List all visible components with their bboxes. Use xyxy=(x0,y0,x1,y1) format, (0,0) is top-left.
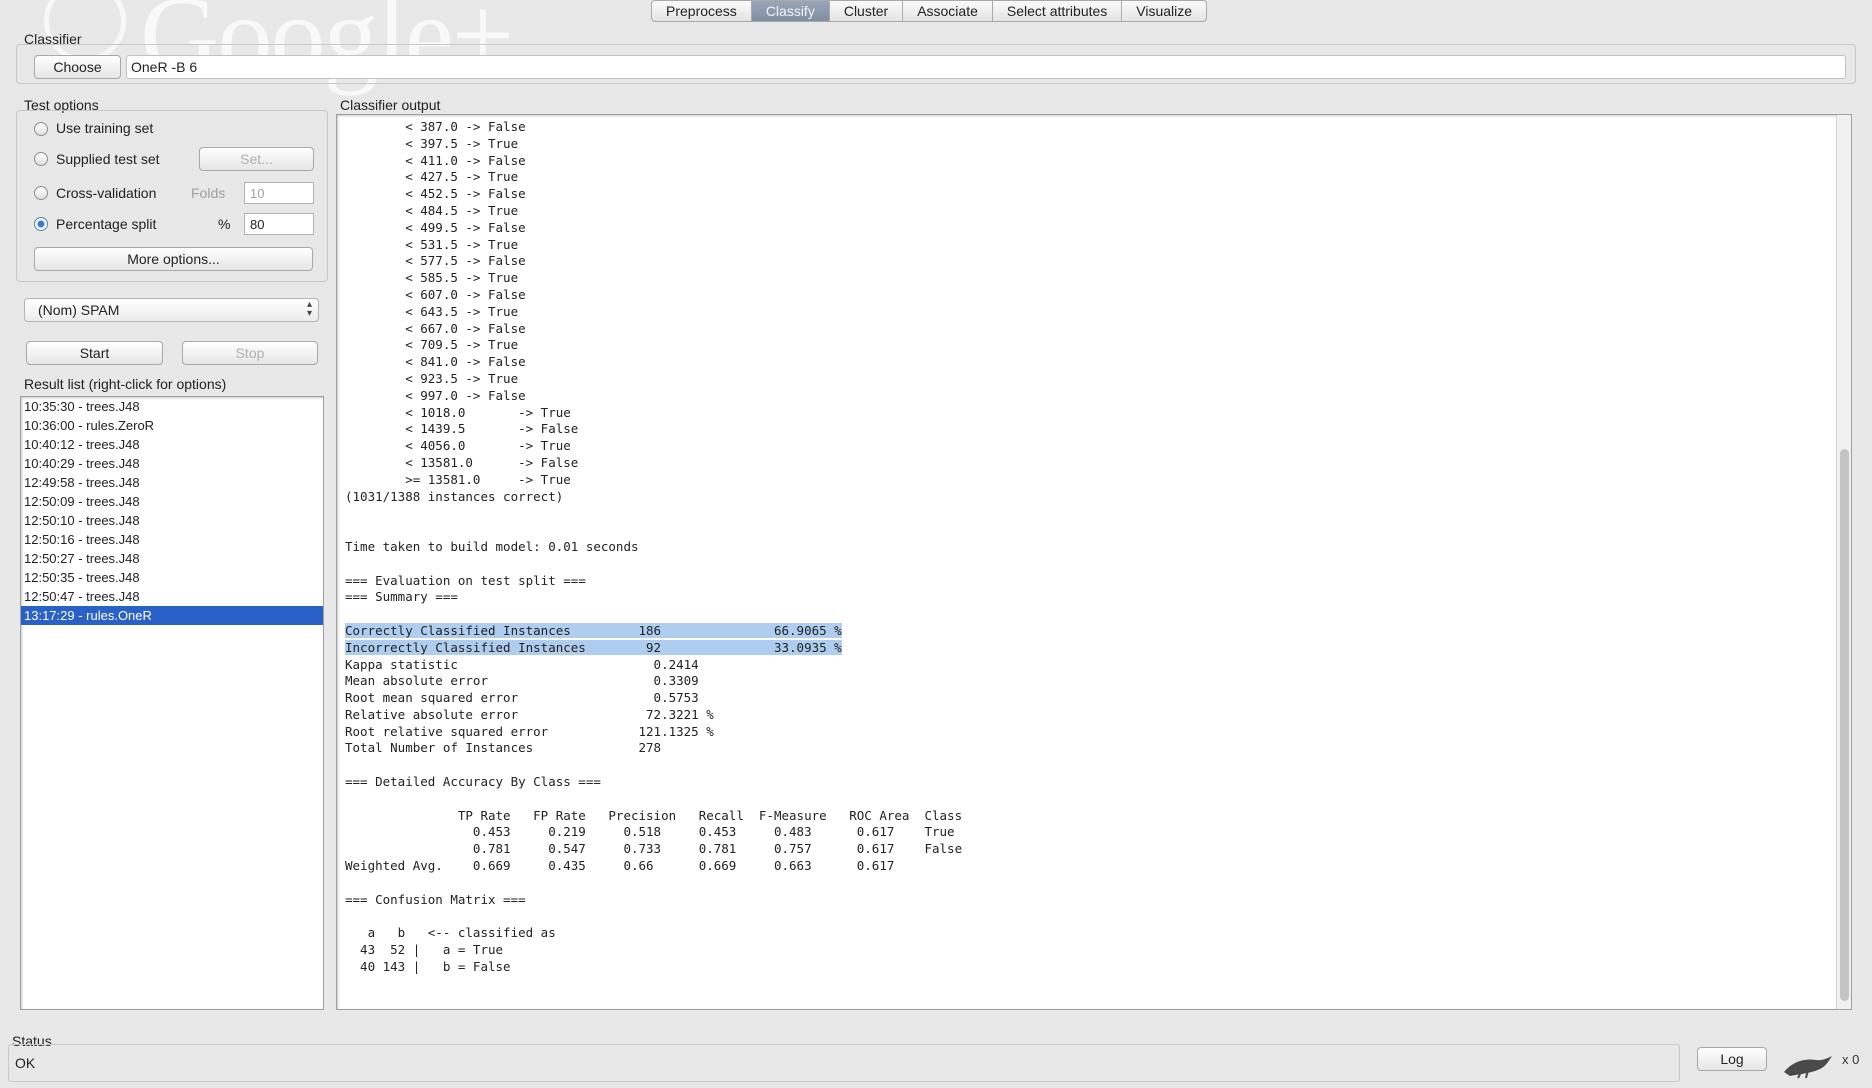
log-button[interactable]: Log xyxy=(1697,1047,1767,1071)
tab-cluster[interactable]: Cluster xyxy=(829,0,904,22)
result-list-label: Result list (right-click for options) xyxy=(24,376,227,392)
result-list-item[interactable]: 12:50:10 - trees.J48 xyxy=(21,511,323,530)
output-line: Weighted Avg. 0.669 0.435 0.66 0.669 0.6… xyxy=(345,858,895,874)
result-list-item[interactable]: 10:36:00 - rules.ZeroR xyxy=(21,416,323,435)
use-training-set-label: Use training set xyxy=(56,120,154,136)
output-line: === Evaluation on test split === xyxy=(345,572,586,588)
status-field xyxy=(8,1044,1680,1082)
output-line: === Summary === xyxy=(345,589,458,605)
task-count: x 0 xyxy=(1842,1052,1860,1067)
output-line: < 499.5 -> False xyxy=(345,219,526,235)
result-list[interactable]: 10:35:30 - trees.J48 10:36:00 - rules.Zer… xyxy=(20,396,324,1010)
tab-bar: Preprocess Classify Cluster Associate Select… xyxy=(651,0,1208,22)
result-list-item[interactable]: 12:50:09 - trees.J48 xyxy=(21,492,323,511)
classifier-config-field[interactable]: OneR -B 6 xyxy=(126,55,1846,79)
output-line: < 397.5 -> True xyxy=(345,135,519,151)
classifier-config-text: OneR -B 6 xyxy=(131,59,198,75)
result-list-item[interactable]: 10:40:29 - trees.J48 xyxy=(21,454,323,473)
tab-associate[interactable]: Associate xyxy=(903,0,993,22)
output-line: === Detailed Accuracy By Class === xyxy=(345,774,601,790)
cross-validation-label: Cross-validation xyxy=(56,185,157,201)
stop-button[interactable]: Stop xyxy=(182,341,318,365)
result-list-item[interactable]: 12:49:58 - trees.J48 xyxy=(21,473,323,492)
supplied-test-set-label: Supplied test set xyxy=(56,151,160,167)
result-list-item[interactable]: 12:50:47 - trees.J48 xyxy=(21,587,323,606)
output-line: < 577.5 -> False xyxy=(345,253,526,269)
percentage-split-label: Percentage split xyxy=(56,216,157,232)
output-line: < 411.0 -> False xyxy=(345,152,526,168)
output-line: < 585.5 -> True xyxy=(345,270,519,286)
output-line: < 452.5 -> False xyxy=(345,186,526,202)
percentage-input[interactable]: 80 xyxy=(244,213,314,235)
output-line: < 4056.0 -> True xyxy=(345,438,571,454)
status-text: OK xyxy=(15,1055,36,1071)
output-line: < 709.5 -> True xyxy=(345,337,519,353)
percent-symbol: % xyxy=(218,216,231,232)
tab-visualize[interactable]: Visualize xyxy=(1122,0,1208,22)
tab-classify[interactable]: Classify xyxy=(751,0,830,22)
class-attribute-select[interactable]: (Nom) SPAM ▴ ▾ xyxy=(24,298,319,322)
class-attribute-value: (Nom) SPAM xyxy=(38,302,120,318)
output-line: Relative absolute error 72.3221 % xyxy=(345,706,714,722)
output-line: < 1439.5 -> False xyxy=(345,421,579,437)
output-line: < 997.0 -> False xyxy=(345,387,526,403)
output-line: < 387.0 -> False xyxy=(345,119,526,134)
result-list-item[interactable]: 10:35:30 - trees.J48 xyxy=(21,397,323,416)
output-line: Root mean squared error 0.5753 xyxy=(345,690,699,706)
choose-button[interactable]: Choose xyxy=(34,55,121,79)
output-line: TP Rate FP Rate Precision Recall F-Measu… xyxy=(345,807,963,823)
set-button[interactable]: Set... xyxy=(199,147,314,171)
tab-preprocess[interactable]: Preprocess xyxy=(651,0,752,22)
output-scrollbar-thumb[interactable] xyxy=(1840,449,1849,1001)
result-list-item[interactable]: 12:50:35 - trees.J48 xyxy=(21,568,323,587)
output-line: < 1018.0 -> True xyxy=(345,404,571,420)
folds-label: Folds xyxy=(191,185,226,201)
output-line: < 841.0 -> False xyxy=(345,354,526,370)
output-line: < 667.0 -> False xyxy=(345,320,526,336)
output-line: < 923.5 -> True xyxy=(345,370,519,386)
result-list-item[interactable]: 10:40:12 - trees.J48 xyxy=(21,435,323,454)
output-line: 0.453 0.219 0.518 0.453 0.483 0.617 True xyxy=(345,824,955,840)
output-line: 40 143 | b = False xyxy=(345,958,511,974)
classifier-output-text: < 387.0 -> False < 397.5 -> True < 411.0… xyxy=(345,119,962,976)
output-line: Mean absolute error 0.3309 xyxy=(345,673,699,689)
output-line: a b <-- classified as xyxy=(345,925,556,941)
output-line: Root relative squared error 121.1325 % xyxy=(345,723,714,739)
result-list-item[interactable]: 13:17:29 - rules.OneR xyxy=(21,606,323,625)
output-line: 43 52 | a = True xyxy=(345,942,504,958)
output-scrollbar[interactable] xyxy=(1836,115,1851,1009)
output-line: >= 13581.0 -> True xyxy=(345,471,571,487)
output-line: Total Number of Instances 278 xyxy=(345,740,662,756)
supplied-test-set-radio[interactable] xyxy=(34,152,48,166)
use-training-set-radio[interactable] xyxy=(34,122,48,136)
more-options-button[interactable]: More options... xyxy=(34,247,313,271)
output-line: Time taken to build model: 0.01 seconds xyxy=(345,538,639,554)
output-line: < 484.5 -> True xyxy=(345,202,519,218)
percentage-split-radio[interactable] xyxy=(34,217,48,231)
weka-bird-icon xyxy=(1784,1056,1832,1079)
result-list-item[interactable]: 12:50:27 - trees.J48 xyxy=(21,549,323,568)
folds-input[interactable]: 10 xyxy=(244,182,314,204)
result-list-item[interactable]: 12:50:16 - trees.J48 xyxy=(21,530,323,549)
output-line: < 531.5 -> True xyxy=(345,236,519,252)
output-line: 0.781 0.547 0.733 0.781 0.757 0.617 Fals… xyxy=(345,841,963,857)
classifier-output-label: Classifier output xyxy=(340,97,441,113)
cross-validation-radio[interactable] xyxy=(34,186,48,200)
select-arrows-icon: ▴ ▾ xyxy=(306,299,312,319)
output-line: < 643.5 -> True xyxy=(345,303,519,319)
output-line: < 427.5 -> True xyxy=(345,169,519,185)
output-line: (1031/1388 instances correct) xyxy=(345,488,564,504)
classifier-output-panel[interactable]: < 387.0 -> False < 397.5 -> True < 411.0… xyxy=(336,114,1852,1010)
start-button[interactable]: Start xyxy=(26,341,163,365)
output-line: Correctly Classified Instances 186 66.90… xyxy=(345,622,842,638)
output-line: Incorrectly Classified Instances 92 33.0… xyxy=(345,639,842,655)
output-line: Kappa statistic 0.2414 xyxy=(345,656,699,672)
tab-select-attributes[interactable]: Select attributes xyxy=(992,0,1123,22)
output-line: < 607.0 -> False xyxy=(345,286,526,302)
output-line: < 13581.0 -> False xyxy=(345,454,579,470)
output-line: === Confusion Matrix === xyxy=(345,891,526,907)
